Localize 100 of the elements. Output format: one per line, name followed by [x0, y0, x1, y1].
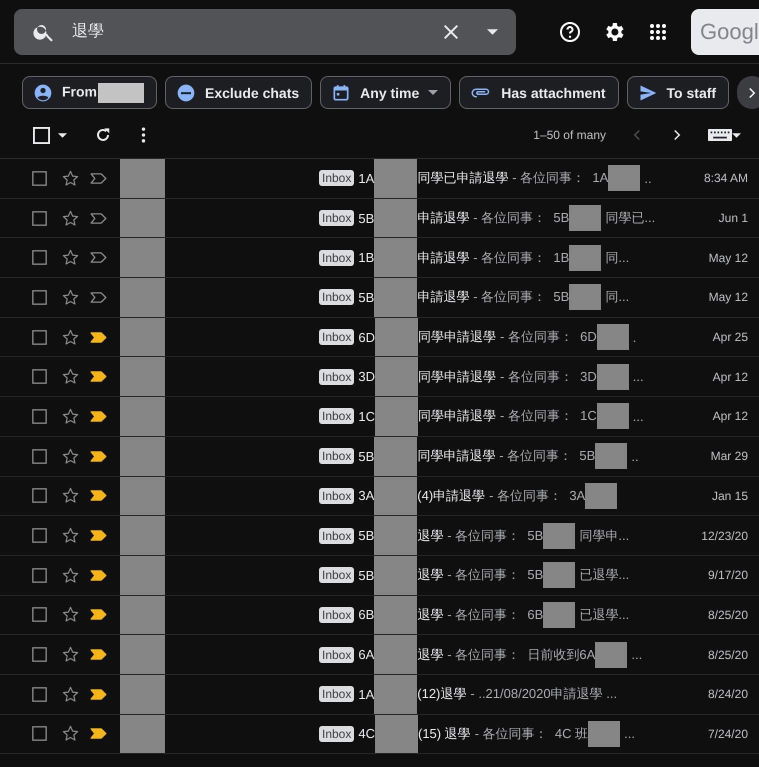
- email-date: 8:34 AM: [704, 171, 748, 186]
- star-icon[interactable]: [61, 724, 80, 744]
- importance-marker-icon[interactable]: [90, 292, 107, 303]
- subject-prefix: 1B: [358, 250, 374, 266]
- redaction-block: [374, 556, 418, 595]
- checkbox[interactable]: [32, 647, 47, 662]
- star-icon[interactable]: [61, 406, 80, 426]
- filter-chip[interactable]: Any time: [320, 76, 452, 109]
- inbox-label: Inbox: [319, 170, 354, 186]
- email-subject: 申請退學: [417, 209, 470, 228]
- email-date: Apr 12: [712, 370, 748, 384]
- redaction-block: [374, 357, 418, 396]
- email-date: Jun 1: [718, 211, 748, 226]
- importance-marker-icon[interactable]: [90, 609, 107, 620]
- email-snippet: - 各位同事： 5B: [447, 566, 544, 584]
- redaction-block: [374, 198, 418, 238]
- subject-prefix: 6D: [358, 330, 375, 345]
- importance-marker-icon[interactable]: [90, 371, 107, 382]
- inbox-label: Inbox: [319, 686, 354, 702]
- importance-marker-icon[interactable]: [90, 212, 107, 224]
- checkbox[interactable]: [32, 290, 47, 305]
- caret-icon[interactable]: [732, 132, 741, 138]
- checkbox[interactable]: [32, 250, 47, 266]
- email-snippet: 已退學...: [579, 606, 630, 624]
- more-icon[interactable]: [141, 126, 146, 144]
- search-field[interactable]: 退學: [14, 8, 516, 54]
- importance-marker-icon[interactable]: [90, 688, 107, 700]
- star-icon[interactable]: [61, 526, 80, 546]
- filter-chip[interactable]: Exclude chats: [165, 76, 312, 109]
- email-subject: 申請退學: [417, 248, 470, 267]
- email-snippet: 已退學...: [579, 566, 630, 584]
- star-icon[interactable]: [61, 605, 80, 624]
- importance-marker-icon[interactable]: [90, 252, 107, 264]
- checkbox[interactable]: [32, 686, 47, 702]
- importance-marker-icon[interactable]: [90, 410, 107, 422]
- checkbox[interactable]: [32, 369, 47, 384]
- email-snippet: 同學已...: [605, 209, 656, 228]
- redaction-block: [374, 476, 418, 516]
- redaction-block: [120, 357, 165, 396]
- importance-marker-icon[interactable]: [90, 570, 107, 581]
- email-date: 7/24/20: [708, 726, 748, 741]
- importance-marker-icon[interactable]: [90, 450, 107, 462]
- checkbox[interactable]: [32, 408, 47, 424]
- redaction-block: [374, 278, 418, 317]
- calendar-icon: [331, 82, 352, 102]
- star-icon[interactable]: [61, 328, 80, 347]
- redaction-block: [374, 436, 418, 476]
- inbox-label: Inbox: [319, 646, 354, 663]
- filter-chip[interactable]: From: [22, 76, 157, 109]
- redaction-block: [120, 674, 165, 714]
- email-subject: (15) 退學: [418, 724, 471, 743]
- redaction-block: [120, 714, 165, 754]
- star-icon[interactable]: [61, 288, 80, 307]
- email-subject: 申請退學: [417, 288, 470, 306]
- star-icon[interactable]: [61, 684, 80, 704]
- email-subject: 退學: [417, 606, 444, 624]
- email-date: 12/23/20: [701, 528, 748, 543]
- importance-marker-icon[interactable]: [90, 530, 107, 542]
- email-subject: 同學申請退學: [417, 447, 496, 466]
- star-icon[interactable]: [61, 446, 80, 466]
- star-icon[interactable]: [61, 168, 80, 188]
- keyboard-icon[interactable]: [708, 129, 732, 141]
- search-query: 退學: [72, 22, 105, 42]
- star-icon[interactable]: [61, 486, 80, 506]
- email-date: Mar 29: [710, 449, 748, 464]
- star-icon[interactable]: [61, 367, 80, 386]
- inbox-label: Inbox: [319, 368, 354, 385]
- caret-icon[interactable]: [487, 28, 498, 34]
- subject-prefix: 5B: [358, 448, 374, 464]
- star-icon[interactable]: [61, 645, 80, 664]
- importance-marker-icon[interactable]: [90, 332, 107, 343]
- importance-marker-icon[interactable]: [90, 490, 107, 502]
- checkbox[interactable]: [32, 170, 47, 186]
- importance-marker-icon[interactable]: [90, 172, 107, 184]
- inbox-label: Inbox: [319, 606, 354, 623]
- caret-icon[interactable]: [58, 132, 67, 138]
- next-button[interactable]: [737, 76, 759, 109]
- filter-chip[interactable]: To staff: [626, 76, 730, 109]
- importance-marker-icon[interactable]: [90, 728, 107, 740]
- checkbox[interactable]: [32, 568, 47, 583]
- inbox-label: Inbox: [319, 528, 354, 544]
- email-subject: 同學已申請退學: [417, 169, 508, 188]
- checkbox[interactable]: [32, 607, 47, 622]
- subject-prefix: 1A: [358, 686, 374, 702]
- star-icon[interactable]: [61, 248, 80, 268]
- redaction-block: [120, 198, 165, 238]
- redaction-block: [120, 397, 165, 436]
- help-icon[interactable]: [558, 20, 582, 44]
- checkbox[interactable]: [32, 210, 47, 226]
- filter-chip[interactable]: Has attachment: [459, 76, 619, 109]
- checkbox[interactable]: [32, 528, 47, 544]
- checkbox[interactable]: [32, 330, 47, 345]
- email-snippet: 同...: [605, 248, 630, 267]
- importance-marker-icon[interactable]: [90, 649, 107, 660]
- checkbox[interactable]: [32, 488, 47, 504]
- email-snippet: - 各位同事： 5B: [499, 447, 596, 466]
- checkbox[interactable]: [32, 726, 47, 742]
- star-icon[interactable]: [61, 566, 80, 585]
- checkbox[interactable]: [32, 448, 47, 464]
- star-icon[interactable]: [61, 208, 80, 228]
